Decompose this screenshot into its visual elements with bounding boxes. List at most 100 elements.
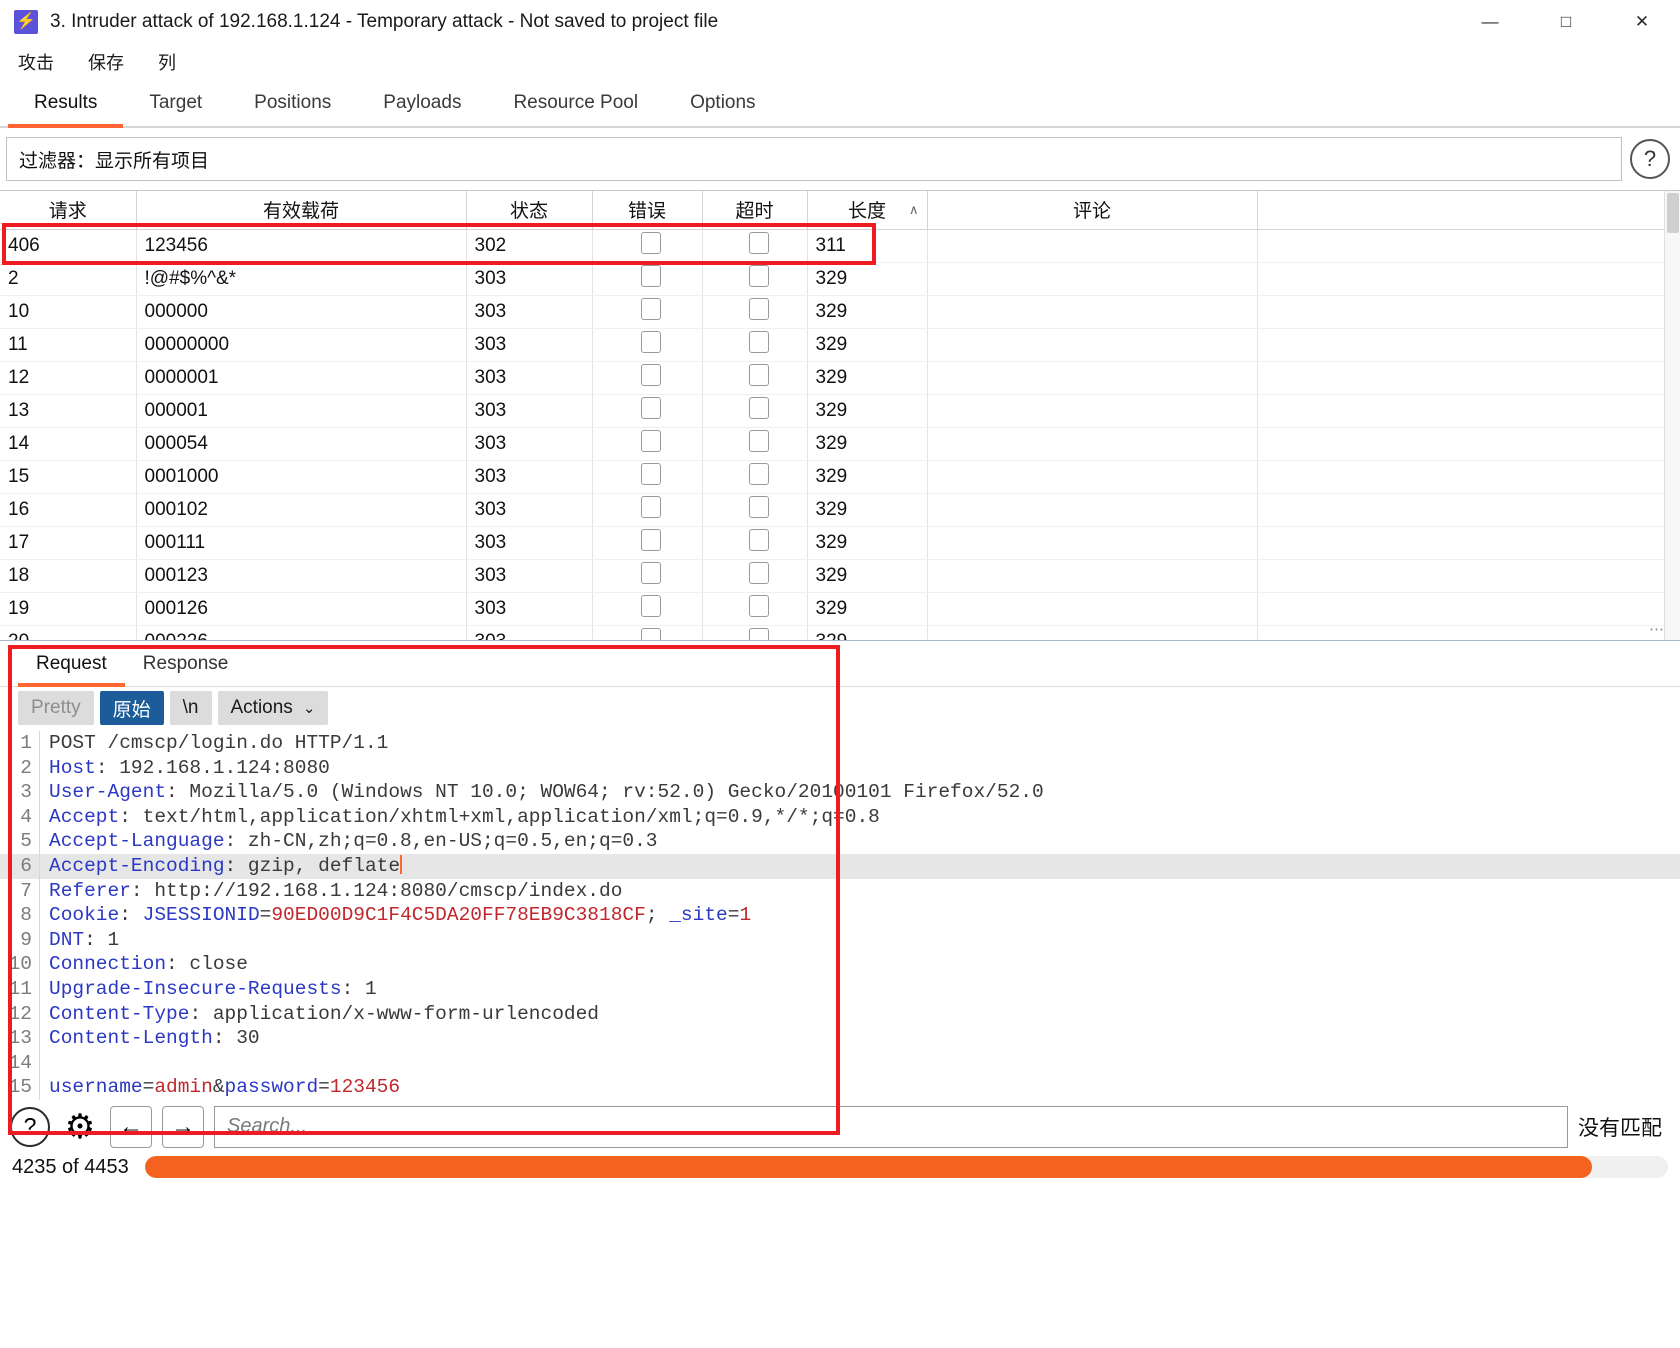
timeout-checkbox[interactable] [748, 561, 769, 584]
column-header-status[interactable]: 状态 [466, 191, 593, 230]
timeout-checkbox[interactable] [748, 231, 769, 254]
error-checkbox[interactable] [641, 561, 661, 584]
error-checkbox[interactable] [641, 330, 661, 353]
error-checkbox[interactable] [641, 528, 661, 551]
error-checkbox[interactable] [641, 396, 661, 419]
message-tab-bar: Request Response [0, 641, 1680, 687]
tab-payloads[interactable]: Payloads [357, 80, 487, 126]
tab-results[interactable]: Results [8, 80, 124, 128]
table-row[interactable]: 19 000126 303 329 [0, 592, 1665, 626]
error-checkbox[interactable] [641, 264, 661, 287]
error-checkbox[interactable] [641, 231, 661, 254]
maximize-button[interactable]: □ [1528, 0, 1604, 44]
code-line: 7 Referer: http://192.168.1.124:8080/cmsc… [0, 878, 1680, 904]
line-content: Content-Length: 30 [40, 1026, 260, 1051]
request-code-view[interactable]: 1 POST /cmscp/login.do HTTP/1.1 2 Host: 192… [0, 729, 1680, 1100]
timeout-checkbox[interactable] [748, 462, 769, 485]
cell-length: 329 [807, 592, 928, 626]
menu-columns[interactable]: 列 [154, 47, 180, 77]
timeout-checkbox[interactable] [748, 264, 769, 287]
raw-button[interactable]: 原始 [99, 691, 164, 725]
line-number: 4 [0, 804, 40, 830]
line-content: User-Agent: Mozilla/5.0 (Windows NT 10.0… [40, 780, 1044, 805]
table-row[interactable]: 13 000001 303 329 [0, 394, 1665, 428]
column-header-error[interactable]: 错误 [592, 191, 703, 230]
column-header-timeout[interactable]: 超时 [702, 191, 808, 230]
table-row[interactable]: 12 0000001 303 329 [0, 361, 1665, 395]
table-row[interactable]: 2 !@#$%^&* 303 329 [0, 262, 1665, 296]
code-token: password [224, 1076, 319, 1099]
cell-request: 10 [0, 295, 137, 329]
line-number: 11 [0, 976, 40, 1002]
help-icon[interactable]: ? [1630, 139, 1670, 179]
help-circle-icon[interactable]: ? [10, 1106, 50, 1147]
cell-length: 329 [807, 394, 928, 428]
code-line: 1 POST /cmscp/login.do HTTP/1.1 [0, 731, 1680, 756]
column-header-request[interactable]: 请求 [0, 191, 137, 230]
table-row[interactable]: 18 000123 303 329 [0, 559, 1665, 593]
cell-payload: 000000 [136, 295, 467, 329]
menu-attack[interactable]: 攻击 [14, 47, 58, 77]
code-token: = [727, 904, 740, 927]
cell-timeout [702, 526, 808, 560]
timeout-checkbox[interactable] [748, 528, 769, 551]
tab-request[interactable]: Request [18, 641, 125, 687]
code-line: 4 Accept: text/html,application/xhtml+xml… [0, 804, 1680, 830]
filter-bar[interactable]: 过滤器：显示所有项目 [6, 137, 1622, 181]
tab-options[interactable]: Options [664, 80, 781, 126]
error-checkbox[interactable] [641, 495, 661, 518]
pretty-button[interactable]: Pretty [18, 691, 94, 725]
column-header-comment[interactable]: 评论 [927, 191, 1258, 230]
previous-match-button[interactable]: ← [110, 1105, 152, 1148]
table-row[interactable]: 14 000054 303 329 [0, 427, 1665, 461]
error-checkbox[interactable] [641, 363, 661, 386]
table-row[interactable]: 10 000000 303 329 [0, 295, 1665, 329]
timeout-checkbox[interactable] [748, 396, 769, 419]
tab-response[interactable]: Response [125, 641, 247, 686]
window-controls: — □ ✕ [1452, 0, 1680, 44]
results-table-scrollbar[interactable] [1664, 191, 1680, 640]
actions-button[interactable]: Actions ⌄ [217, 691, 329, 725]
code-token: Referer [49, 879, 131, 902]
table-row[interactable]: 11 00000000 303 329 [0, 328, 1665, 362]
sort-ascending-icon: ∧ [908, 201, 919, 217]
cell-request: 11 [0, 328, 137, 362]
tab-resource-pool[interactable]: Resource Pool [487, 80, 664, 126]
search-input[interactable]: Search... [214, 1105, 1568, 1148]
table-row[interactable]: 406 123456 302 311 [0, 229, 1665, 263]
editor-toolbar: Pretty 原始 \n Actions ⌄ [0, 687, 1680, 729]
tab-target[interactable]: Target [123, 80, 228, 126]
error-checkbox[interactable] [641, 297, 661, 320]
tab-positions[interactable]: Positions [228, 80, 357, 126]
line-number: 8 [0, 903, 40, 928]
table-row[interactable]: 15 0001000 303 329 [0, 460, 1665, 494]
table-row[interactable]: 20000226303 329 [0, 625, 1665, 640]
timeout-checkbox[interactable] [748, 495, 769, 518]
timeout-checkbox[interactable] [748, 363, 769, 386]
error-checkbox[interactable] [641, 429, 661, 452]
error-checkbox[interactable] [641, 594, 661, 617]
close-button[interactable]: ✕ [1604, 0, 1680, 44]
scrollbar-thumb[interactable] [1667, 193, 1679, 233]
newline-button[interactable]: \n [169, 691, 212, 725]
gear-icon[interactable]: ⚙ [60, 1107, 100, 1147]
error-checkbox[interactable] [641, 462, 661, 485]
code-token: DNT [49, 928, 85, 951]
code-token: Upgrade-Insecure-Requests [49, 977, 342, 1000]
table-row[interactable]: 16 000102 303 329 [0, 493, 1665, 527]
error-checkbox[interactable] [641, 627, 661, 640]
column-header-length[interactable]: 长度 ∧ [807, 191, 928, 230]
table-row[interactable]: 17 000111 303 329 [0, 526, 1665, 560]
cell-blank [1257, 559, 1665, 593]
column-header-payload[interactable]: 有效载荷 [136, 191, 467, 230]
timeout-checkbox[interactable] [748, 594, 769, 617]
timeout-checkbox[interactable] [748, 297, 769, 320]
cell-status: 303 [466, 394, 593, 428]
code-line: 3 User-Agent: Mozilla/5.0 (Windows NT 10.… [0, 780, 1680, 805]
timeout-checkbox[interactable] [748, 627, 769, 640]
next-match-button[interactable]: → [162, 1105, 204, 1148]
menu-save[interactable]: 保存 [84, 47, 128, 77]
timeout-checkbox[interactable] [748, 330, 769, 353]
minimize-button[interactable]: — [1452, 0, 1528, 44]
timeout-checkbox[interactable] [748, 429, 769, 452]
